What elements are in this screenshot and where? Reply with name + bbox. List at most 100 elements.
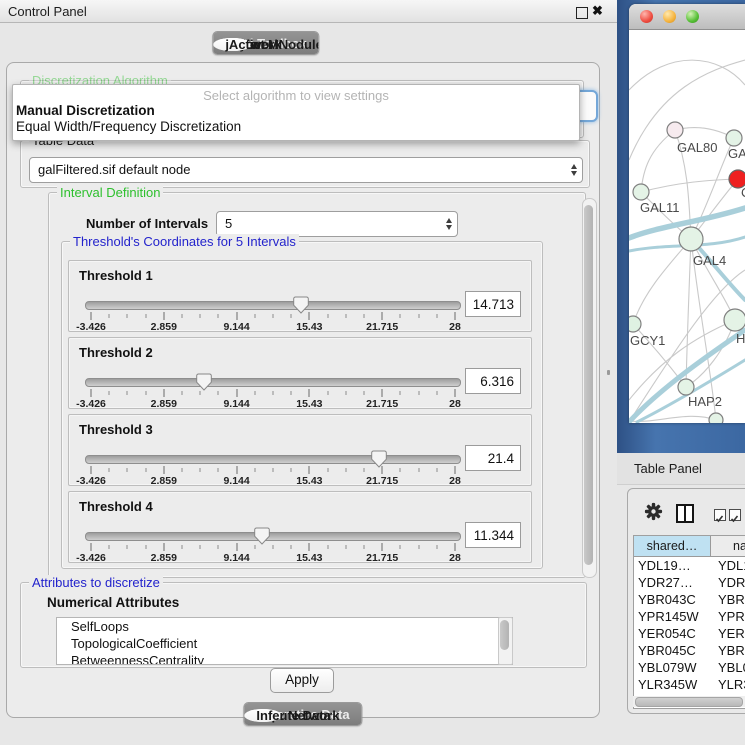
network-node-label: GAL80 <box>677 140 717 155</box>
threshold-panel: Threshold 4-3.4262.8599.14415.4321.71528… <box>68 491 532 563</box>
network-node-ga[interactable] <box>726 130 742 146</box>
table-body: YDL19…YDL1YDR27…YDR2YBR043CYBR0YPR145WYP… <box>634 557 745 709</box>
panel-title: Control Panel <box>8 4 87 19</box>
axis-tick-label: 21.715 <box>366 475 398 487</box>
network-canvas[interactable]: GAL80GACGAL11GAL4HGCY1HAP2 <box>629 30 745 423</box>
axis-tick-label: 15.43 <box>296 475 322 487</box>
column-split-icon[interactable] <box>676 504 694 523</box>
axis-tick-label: 15.43 <box>296 552 322 564</box>
network-node-label: C <box>741 185 745 200</box>
algorithm-option[interactable]: Manual Discretization <box>16 103 155 118</box>
table-data-combo[interactable]: galFiltered.sif default node <box>29 157 583 183</box>
checkbox-icon[interactable] <box>729 509 741 521</box>
numerical-attributes-label: Numerical Attributes <box>47 595 179 610</box>
threshold-value-field[interactable]: 11.344 <box>465 522 521 548</box>
node-table[interactable]: shared…na YDL19…YDL1YDR27…YDR2YBR043CYBR… <box>633 535 745 709</box>
slider-track[interactable] <box>85 532 461 541</box>
network-node-label: GAL4 <box>693 253 726 268</box>
interval-scrollbar[interactable] <box>582 198 597 578</box>
threshold-slider[interactable]: -3.4262.8599.14415.4321.71528 <box>91 532 455 562</box>
table-column-header[interactable]: shared… <box>634 536 711 556</box>
slider-thumb[interactable] <box>254 527 270 545</box>
thresholds-group: Threshold's Coordinates for 5 Intervals … <box>61 241 543 569</box>
table-cell: YDR2 <box>711 574 745 591</box>
network-node-label: GCY1 <box>630 333 665 348</box>
attributes-group: Attributes to discretize Numerical Attri… <box>20 582 587 668</box>
axis-tick-label: 2.859 <box>151 552 177 564</box>
attribute-list-item[interactable]: TopologicalCoefficient <box>57 635 512 652</box>
float-window-icon[interactable] <box>576 7 588 19</box>
top-tab-bar: NetworkStyleSelectCyni ToolboxjActiveMNo… <box>212 31 319 55</box>
algorithm-option[interactable]: Equal Width/Frequency Discretization <box>16 119 241 134</box>
table-row[interactable]: YBR045CYBR0 <box>634 642 745 659</box>
checkbox-icon[interactable] <box>714 509 726 521</box>
axis-tick-label: 28 <box>449 552 461 564</box>
table-row[interactable]: YDL19…YDL1 <box>634 557 745 574</box>
axis-tick-label: -3.426 <box>76 552 106 564</box>
tab-infer-network[interactable]: Infer Network <box>244 709 281 722</box>
panel-resize-grip[interactable] <box>607 370 610 375</box>
minimize-traffic-light-icon[interactable] <box>663 10 676 23</box>
network-node-gal4[interactable] <box>679 227 703 251</box>
table-cell: YBL0 <box>711 659 745 676</box>
axis-tick-label: -3.426 <box>76 398 106 410</box>
numerical-attributes-list[interactable]: SelfLoopsTopologicalCoefficientBetweenne… <box>56 617 513 665</box>
table-row[interactable]: YPR145WYPR1 <box>634 608 745 625</box>
apply-button[interactable]: Apply <box>270 668 334 693</box>
table-row[interactable]: YBL079WYBL0 <box>634 659 745 676</box>
axis-tick-label: 15.43 <box>296 398 322 410</box>
threshold-label: Threshold 4 <box>79 499 153 514</box>
axis-tick-label: 15.43 <box>296 321 322 333</box>
attribute-list-item[interactable]: SelfLoops <box>57 618 512 635</box>
axis-tick-label: 9.144 <box>223 321 249 333</box>
network-node-gcy1[interactable] <box>629 316 641 332</box>
threshold-slider[interactable]: -3.4262.8599.14415.4321.71528 <box>91 378 455 408</box>
network-window-titlebar[interactable] <box>629 4 745 30</box>
network-node-label: GA <box>728 146 745 161</box>
slider-track[interactable] <box>85 455 461 464</box>
network-node-label: H <box>736 331 745 346</box>
slider-track[interactable] <box>85 378 461 387</box>
table-cell: YBR043C <box>634 591 711 608</box>
table-column-header[interactable]: na <box>711 536 745 556</box>
threshold-panel: Threshold 2-3.4262.8599.14415.4321.71528… <box>68 337 532 409</box>
axis-tick-label: 28 <box>449 475 461 487</box>
slider-thumb[interactable] <box>371 450 387 468</box>
gear-icon[interactable] <box>644 502 663 521</box>
zoom-traffic-light-icon[interactable] <box>686 10 699 23</box>
table-cell: YPR145W <box>634 608 711 625</box>
network-node-gal11[interactable] <box>633 184 649 200</box>
threshold-slider[interactable]: -3.4262.8599.14415.4321.71528 <box>91 455 455 485</box>
table-hscrollbar[interactable] <box>633 696 745 707</box>
axis-tick-label: 9.144 <box>223 398 249 410</box>
attribute-list-item[interactable]: BetweennessCentrality <box>57 652 512 665</box>
table-row[interactable]: YLR345WYLR3 <box>634 676 745 693</box>
table-row[interactable]: YER054CYER0 <box>634 625 745 642</box>
network-node[interactable] <box>709 413 723 423</box>
table-cell: YDR27… <box>634 574 711 591</box>
threshold-value-field[interactable]: 6.316 <box>465 368 521 394</box>
table-row[interactable]: YDR27…YDR2 <box>634 574 745 591</box>
slider-thumb[interactable] <box>293 296 309 314</box>
threshold-slider[interactable]: -3.4262.8599.14415.4321.71528 <box>91 301 455 331</box>
table-header[interactable]: shared…na <box>634 536 745 557</box>
close-traffic-light-icon[interactable] <box>640 10 653 23</box>
control-panel-titlebar <box>0 0 618 23</box>
tab-jactivemnodules[interactable]: jActiveMNodules <box>213 38 250 51</box>
axis-tick-label: 9.144 <box>223 552 249 564</box>
slider-track[interactable] <box>85 301 461 310</box>
bottom-tab-bar: Impute DataDiscretize DataInfer Network <box>243 702 362 726</box>
slider-thumb[interactable] <box>196 373 212 391</box>
threshold-value-field[interactable]: 14.713 <box>465 291 521 317</box>
table-row[interactable]: YBR043CYBR0 <box>634 591 745 608</box>
table-data-combo-value: galFiltered.sif default node <box>38 162 190 177</box>
close-icon[interactable]: ✖ <box>592 3 603 19</box>
network-node-gal80[interactable] <box>667 122 683 138</box>
axis-tick-label: 9.144 <box>223 475 249 487</box>
axis-tick-label: 21.715 <box>366 398 398 410</box>
number-of-intervals-label: Number of Intervals <box>86 216 208 231</box>
network-node-hap2[interactable] <box>678 379 694 395</box>
network-node-h[interactable] <box>724 309 745 331</box>
attributes-scrollbar[interactable] <box>498 617 513 665</box>
threshold-value-field[interactable]: 21.4 <box>465 445 521 471</box>
